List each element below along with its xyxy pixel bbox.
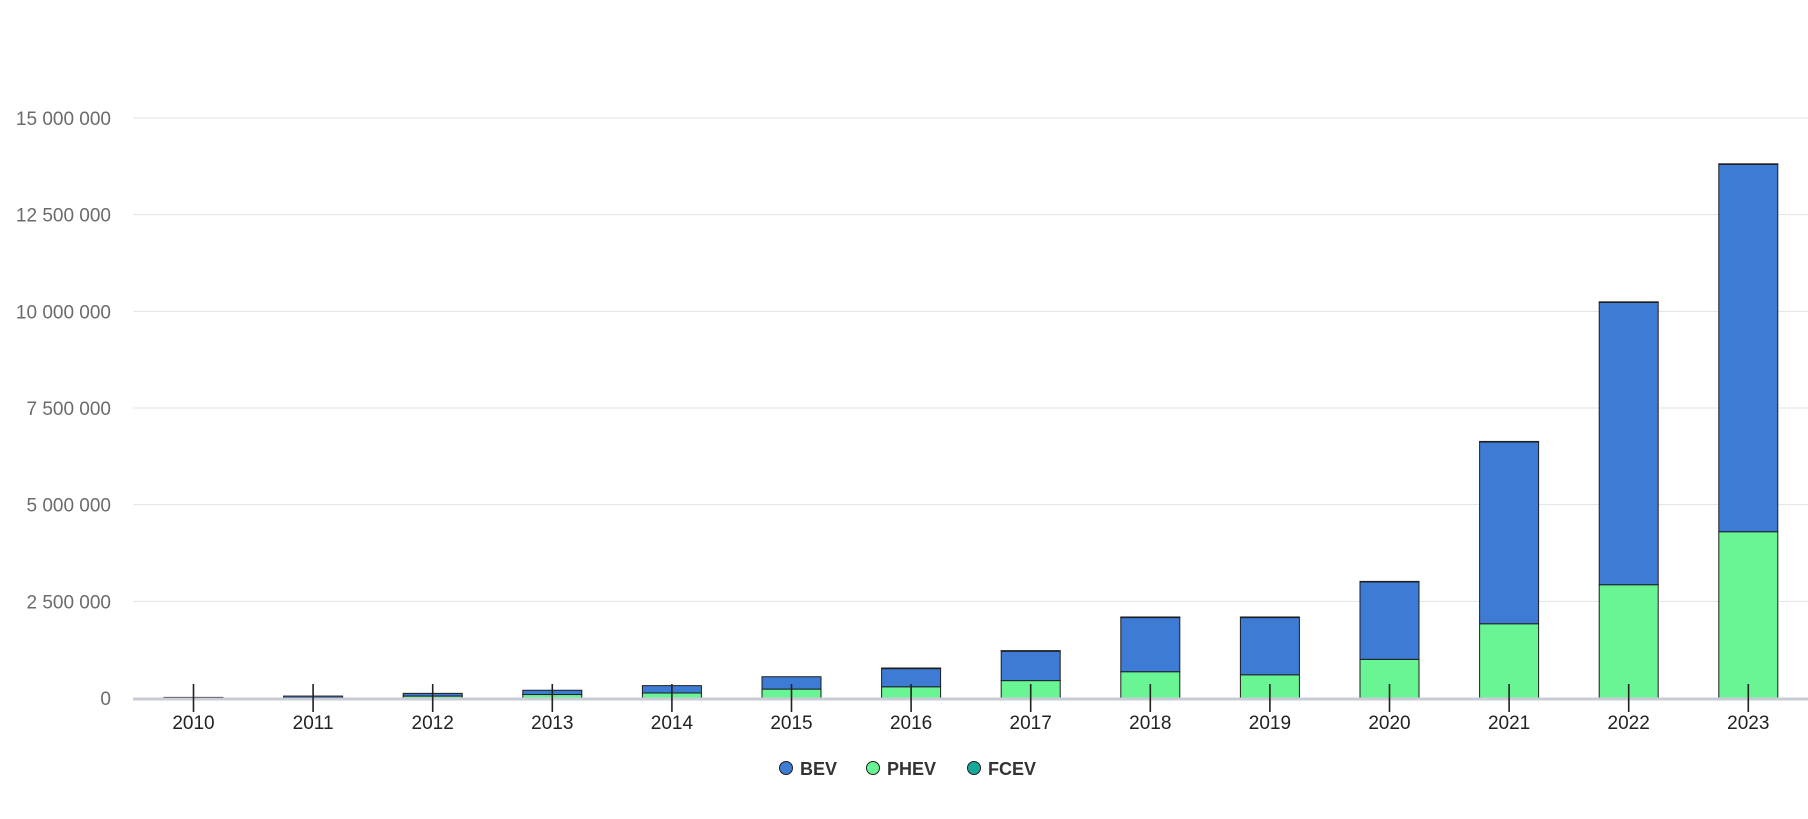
y-tick-label: 7 500 000 bbox=[26, 399, 111, 420]
x-tick-label: 2020 bbox=[1368, 713, 1410, 734]
bar-fcev-2016 bbox=[881, 667, 942, 670]
bars bbox=[163, 163, 1779, 699]
bar-bev-2022 bbox=[1598, 301, 1659, 586]
stacked-bar-chart: 0 2 500 000 5 000 000 7 500 000 10 000 000 12… bbox=[16, 109, 1808, 779]
bar-bev-2017 bbox=[1000, 650, 1061, 682]
bar-bev-2020 bbox=[1359, 581, 1420, 660]
y-tick-label: 5 000 000 bbox=[26, 496, 111, 517]
y-tick-label: 12 500 000 bbox=[16, 206, 111, 227]
x-tick-label: 2014 bbox=[651, 713, 694, 734]
bar-bev-2021 bbox=[1479, 441, 1540, 625]
legend-label-phev: PHEV bbox=[887, 759, 936, 779]
bar-phev-2023 bbox=[1718, 531, 1779, 699]
bar-fcev-2020 bbox=[1359, 580, 1420, 583]
bar-bev-2023 bbox=[1718, 163, 1779, 533]
x-tick-label: 2010 bbox=[172, 713, 214, 734]
y-tick-label: 2 500 000 bbox=[26, 592, 111, 613]
bar-phev-2022 bbox=[1598, 584, 1659, 699]
legend: BEV PHEV FCEV bbox=[779, 759, 1036, 779]
legend-marker-bev bbox=[779, 761, 793, 775]
legend-marker-phev bbox=[866, 761, 880, 775]
y-tick-label: 10 000 000 bbox=[16, 302, 111, 323]
x-tick-label: 2022 bbox=[1608, 713, 1650, 734]
x-tick-label: 2017 bbox=[1010, 713, 1052, 734]
y-axis-tick-labels: 0 2 500 000 5 000 000 7 500 000 10 000 000 12… bbox=[16, 109, 111, 710]
bar-fcev-2018 bbox=[1120, 616, 1181, 619]
legend-marker-fcev bbox=[967, 761, 981, 775]
x-tick-label: 2012 bbox=[412, 713, 454, 734]
x-tick-label: 2021 bbox=[1488, 713, 1530, 734]
y-tick-label: 0 bbox=[100, 689, 111, 710]
bar-bev-2019 bbox=[1239, 617, 1300, 676]
bar-fcev-2019 bbox=[1239, 616, 1300, 619]
x-tick-label: 2015 bbox=[770, 713, 812, 734]
bar-fcev-2021 bbox=[1479, 440, 1540, 443]
bar-fcev-2022 bbox=[1598, 301, 1659, 303]
chart-container: 0 2 500 000 5 000 000 7 500 000 10 000 000 12… bbox=[0, 0, 1808, 819]
x-tick-label: 2018 bbox=[1129, 713, 1171, 734]
gridlines bbox=[133, 117, 1808, 602]
x-tick-label: 2013 bbox=[531, 713, 573, 734]
x-tick-label: 2019 bbox=[1249, 713, 1291, 734]
legend-label-bev: BEV bbox=[800, 759, 837, 779]
y-tick-label: 15 000 000 bbox=[16, 109, 111, 130]
bar-fcev-2017 bbox=[1000, 650, 1061, 652]
bar-bev-2018 bbox=[1120, 617, 1181, 673]
x-tick-label: 2023 bbox=[1727, 713, 1769, 734]
x-tick-label: 2011 bbox=[293, 713, 334, 734]
bar-fcev-2023 bbox=[1718, 163, 1779, 165]
x-tick-label: 2016 bbox=[890, 713, 932, 734]
legend-label-fcev: FCEV bbox=[988, 759, 1036, 779]
